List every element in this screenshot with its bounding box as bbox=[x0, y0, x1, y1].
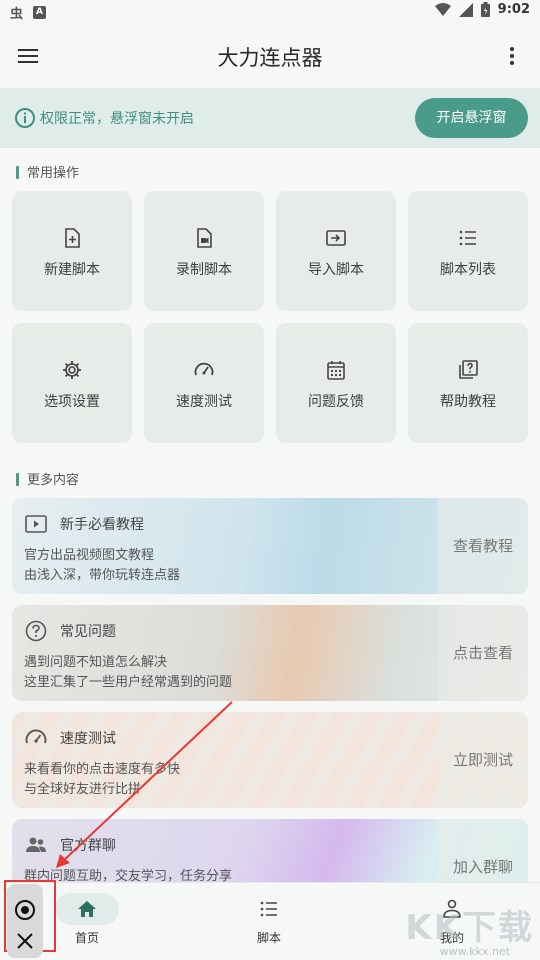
tile-record-script[interactable]: 录制脚本 bbox=[144, 191, 264, 311]
list-icon bbox=[260, 901, 277, 917]
play-video-icon bbox=[25, 515, 47, 533]
script-list-icon bbox=[459, 230, 476, 246]
battery-icon bbox=[480, 2, 490, 17]
card-tutorial[interactable]: 新手必看教程 官方出品视频图文教程 由浅入深，带你玩转连点器 查看教程 bbox=[12, 498, 528, 594]
start-test-button[interactable]: 立即测试 bbox=[438, 712, 528, 808]
question-circle-icon bbox=[25, 620, 47, 642]
card-speed-test[interactable]: 速度测试 来看看你的点击速度有多快 与全球好友进行比拼 立即测试 bbox=[12, 712, 528, 808]
wifi-icon bbox=[434, 2, 451, 16]
join-group-button[interactable]: 加入群聊 bbox=[438, 819, 528, 882]
new-script-icon bbox=[65, 228, 80, 248]
home-icon bbox=[78, 901, 96, 917]
card-title: 常见问题 bbox=[60, 624, 116, 640]
app-bar: 大力连点器 bbox=[0, 24, 540, 88]
view-faq-button[interactable]: 点击查看 bbox=[438, 605, 528, 701]
card-desc-line1: 遇到问题不知道怎么解决 bbox=[24, 655, 168, 670]
floating-control-widget[interactable] bbox=[4, 880, 56, 958]
nav-item-scripts[interactable]: 脚本 bbox=[209, 883, 329, 960]
more-options-icon[interactable] bbox=[500, 44, 524, 68]
tile-label: 录制脚本 bbox=[176, 262, 232, 278]
tile-label: 脚本列表 bbox=[440, 262, 496, 278]
tile-label: 帮助教程 bbox=[440, 394, 496, 410]
tile-settings[interactable]: 选项设置 bbox=[12, 323, 132, 443]
card-desc-line1: 来看看你的点击速度有多快 bbox=[24, 762, 181, 777]
tile-speed-test[interactable]: 速度测试 bbox=[144, 323, 264, 443]
settings-gear-icon bbox=[63, 361, 81, 379]
tile-help[interactable]: 帮助教程 bbox=[408, 323, 528, 443]
card-desc-line2: 由浅入深，带你玩转连点器 bbox=[24, 568, 181, 583]
group-people-icon bbox=[26, 837, 46, 852]
close-icon[interactable] bbox=[15, 931, 35, 951]
import-script-icon bbox=[326, 230, 346, 246]
speedometer-icon bbox=[25, 729, 47, 744]
tile-new-script[interactable]: 新建脚本 bbox=[12, 191, 132, 311]
status-time: 9:02 bbox=[497, 2, 530, 17]
watermark-url: www.kkx.net bbox=[439, 945, 510, 958]
view-tutorial-button[interactable]: 查看教程 bbox=[438, 498, 528, 594]
status-bar: 虫 A 9:02 bbox=[0, 0, 540, 24]
card-title: 新手必看教程 bbox=[60, 517, 144, 533]
open-floating-window-button[interactable]: 开启悬浮窗 bbox=[415, 98, 528, 138]
section-title-more: 更多内容 bbox=[16, 469, 79, 488]
app-title: 大力连点器 bbox=[217, 46, 323, 70]
help-book-icon bbox=[459, 360, 478, 379]
tile-script-list[interactable]: 脚本列表 bbox=[408, 191, 528, 311]
permission-banner: 权限正常，悬浮窗未开启 开启悬浮窗 bbox=[0, 88, 540, 148]
floating-widget-panel bbox=[7, 884, 43, 958]
tile-feedback[interactable]: 问题反馈 bbox=[276, 323, 396, 443]
card-group-chat[interactable]: 官方群聊 群内问题互助，交友学习，任务分享 加入群聊 bbox=[12, 819, 528, 882]
tile-label: 速度测试 bbox=[176, 394, 232, 410]
card-title: 官方群聊 bbox=[60, 838, 116, 854]
signal-icon bbox=[458, 2, 473, 17]
tile-label: 新建脚本 bbox=[44, 262, 100, 278]
watermark-logo: KK下载 bbox=[405, 908, 534, 948]
speedometer-icon bbox=[194, 362, 214, 376]
tile-label: 选项设置 bbox=[44, 394, 100, 410]
section-title-common-ops: 常用操作 bbox=[16, 162, 79, 181]
card-desc-line1: 官方出品视频图文教程 bbox=[24, 548, 155, 563]
notification-a-icon: A bbox=[33, 6, 47, 19]
card-title: 速度测试 bbox=[60, 731, 116, 747]
record-target-icon[interactable] bbox=[14, 899, 36, 921]
tile-label: 导入脚本 bbox=[308, 262, 364, 278]
card-desc-line2: 与全球好友进行比拼 bbox=[24, 782, 142, 797]
notification-app-icon: 虫 bbox=[10, 7, 24, 22]
nav-label: 脚本 bbox=[256, 931, 281, 945]
tile-label: 问题反馈 bbox=[308, 394, 364, 410]
info-icon bbox=[15, 108, 35, 128]
card-faq[interactable]: 常见问题 遇到问题不知道怎么解决 这里汇集了一些用户经常遇到的问题 点击查看 bbox=[12, 605, 528, 701]
calendar-feedback-icon bbox=[327, 361, 345, 380]
tile-import-script[interactable]: 导入脚本 bbox=[276, 191, 396, 311]
card-desc-line2: 这里汇集了一些用户经常遇到的问题 bbox=[24, 675, 233, 690]
record-script-icon bbox=[197, 228, 212, 248]
permission-status-text: 权限正常，悬浮窗未开启 bbox=[40, 111, 194, 127]
